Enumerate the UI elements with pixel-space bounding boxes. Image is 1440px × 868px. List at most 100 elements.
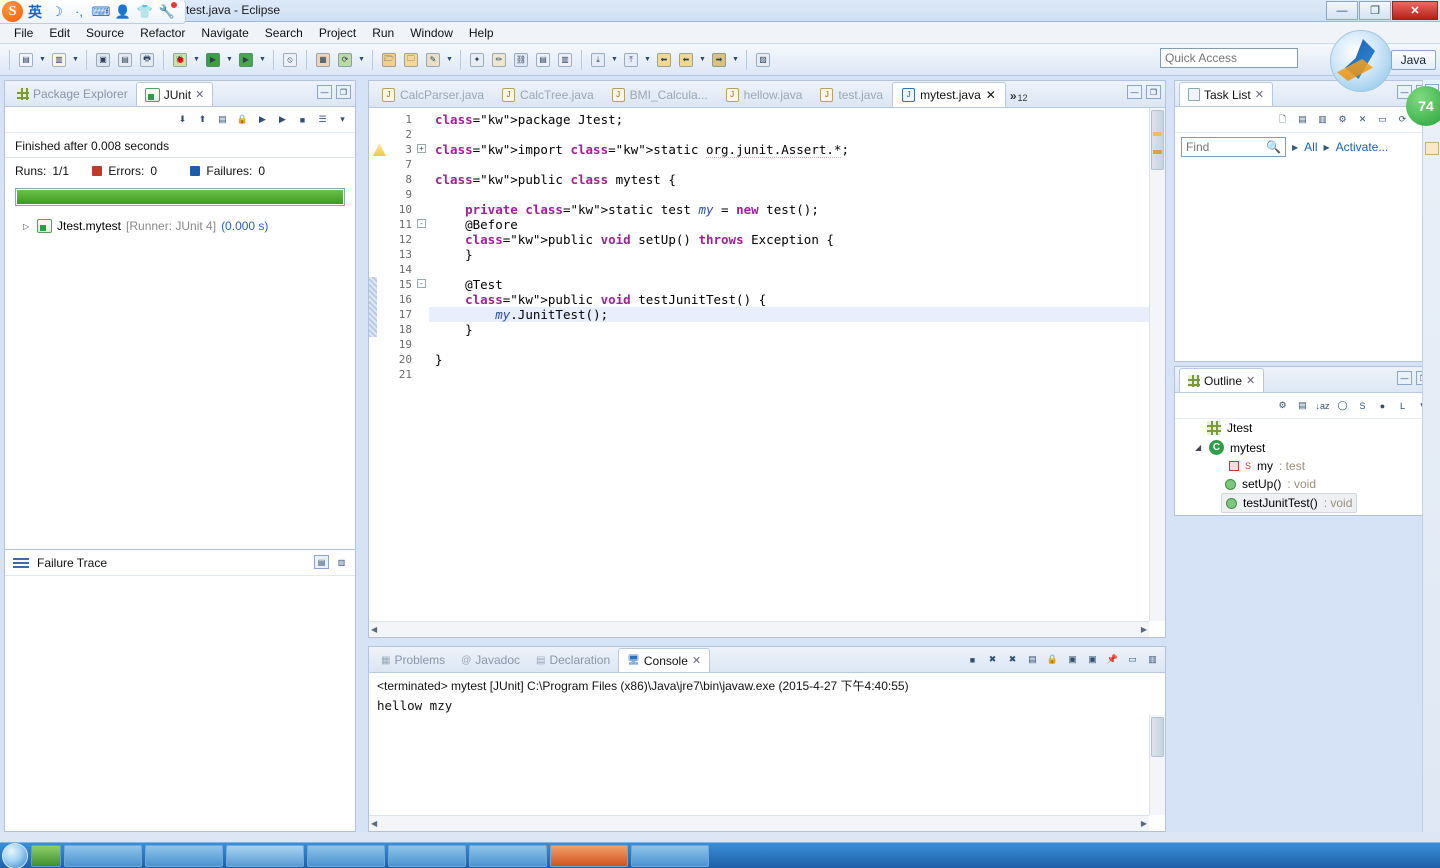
occurrence-marker[interactable] [1153,150,1162,154]
next-failure-icon[interactable]: ⬇ [174,111,191,128]
stack-trace-filter-icon[interactable]: ▥ [334,555,349,569]
view-menu-icon[interactable]: ▾ [334,111,351,128]
save-all-button[interactable]: ▤ [114,49,136,71]
code-line[interactable]: class="kw">public void testJunitTest() { [429,292,1149,307]
start-button[interactable] [2,843,28,868]
save-button[interactable]: ▣ [92,49,114,71]
code-line[interactable]: class="kw">public void setUp() throws Ex… [429,232,1149,247]
hide-non-public-icon[interactable]: ● [1374,397,1391,414]
quick-access-input[interactable] [1160,48,1298,68]
menu-navigate[interactable]: Navigate [193,24,256,42]
taskbar-task[interactable] [388,845,466,867]
tab-task-list[interactable]: Task List ✕ [1179,82,1273,106]
ime-user-icon[interactable]: 👤 [113,2,133,22]
close-icon[interactable]: ✕ [195,88,204,101]
open-console-icon[interactable]: ▥ [1144,651,1161,668]
sort-icon[interactable]: ↓az [1314,397,1331,414]
tab-calcparser[interactable]: JCalcParser.java [373,82,493,107]
fold-collapse-icon[interactable]: - [417,219,426,228]
perspective-java-button[interactable]: Java [1391,50,1436,70]
show-console-on-error-icon[interactable]: ▣ [1084,651,1101,668]
new-wizard-dropdown-arrow[interactable]: ▼ [37,49,48,71]
code-line[interactable]: class="kw">package Jtest; [429,112,1149,127]
scroll-lock-icon[interactable]: 🔒 [1044,651,1061,668]
link-button[interactable]: ⛓ [510,49,532,71]
outline-method[interactable]: setUp() : void [1221,475,1320,493]
tab-outline[interactable]: Outline ✕ [1179,368,1264,392]
menu-project[interactable]: Project [311,24,364,42]
back-button[interactable]: ⬅ [653,49,675,71]
close-icon[interactable]: ✕ [1255,88,1264,101]
menu-source[interactable]: Source [78,24,132,42]
outline-method[interactable]: testJunitTest() : void [1221,493,1357,513]
debug-dropdown-arrow[interactable]: ▼ [191,49,202,71]
skip-breakpoints-button[interactable]: ⦸ [279,49,301,71]
tab-junit[interactable]: JUnit ✕ [136,82,214,106]
close-icon[interactable]: ✕ [692,654,701,667]
new-java-file-button[interactable]: ▥ [48,49,70,71]
pencil-button[interactable]: ✏ [488,49,510,71]
annotation-gutter[interactable] [369,108,389,621]
collapse-all-icon[interactable]: ✕ [1354,111,1371,128]
all-filter-caret-icon[interactable]: ▶ [1292,143,1298,152]
tab-calctree[interactable]: JCalcTree.java [493,82,603,107]
sogou-ime-toolbar[interactable]: S 英 ☽ ·, ⌨ 👤 👕 🔧 [0,0,186,24]
activate-filter-caret-icon[interactable]: ▶ [1324,143,1330,152]
next-annotation-button[interactable]: ⤓ [587,49,609,71]
ime-punctuation-icon[interactable]: ·, [69,2,89,22]
menu-run[interactable]: Run [364,24,402,42]
code-line[interactable]: } [429,322,1149,337]
editor-horizontal-scrollbar[interactable]: ◀ ▶ [369,621,1149,637]
focus-on-active-task-icon[interactable]: ⚙ [1274,397,1291,414]
tab-console[interactable]: 🖥Console✕ [618,648,710,672]
outline-class[interactable]: ◢Cmytest [1203,438,1269,457]
code-line[interactable] [429,157,1149,172]
ime-moon-icon[interactable]: ☽ [47,2,67,22]
code-text[interactable]: class="kw">package Jtest; class="kw">imp… [429,108,1149,621]
code-line[interactable] [429,187,1149,202]
menu-window[interactable]: Window [402,24,461,42]
minimize-view-button[interactable]: — [1397,371,1412,385]
code-line[interactable] [429,262,1149,277]
menu-refactor[interactable]: Refactor [132,24,193,42]
run-dropdown-arrow[interactable]: ▼ [224,49,235,71]
sogou-logo-icon[interactable]: S [2,1,23,22]
hide-local-types-icon[interactable]: L [1394,397,1411,414]
ime-language-icon[interactable]: 英 [25,2,45,22]
refresh-button[interactable]: ⟳ [334,49,356,71]
hide-fields-icon[interactable]: ◯ [1334,397,1351,414]
console-vertical-scrollbar[interactable] [1149,715,1165,815]
show-console-on-output-icon[interactable]: ▣ [1064,651,1081,668]
forward-history-dropdown-arrow[interactable]: ▼ [697,49,708,71]
code-line[interactable]: private class="kw">static test my = new … [429,202,1149,217]
code-line[interactable] [429,337,1149,352]
preview-button[interactable]: ▤ [532,49,554,71]
open-task-button[interactable]: 🗀 [400,49,422,71]
lock-scroll-icon[interactable]: 🔒 [234,111,251,128]
tab-problems[interactable]: ▦Problems [373,648,453,672]
folding-gutter[interactable]: +-- [415,108,429,621]
minimize-editor-button[interactable]: — [1127,85,1142,99]
search-dropdown-arrow[interactable]: ▼ [444,49,455,71]
all-filter-link[interactable]: All [1304,140,1317,154]
previous-annotation-button[interactable]: ⤒ [620,49,642,71]
forward-button[interactable]: ➡ [708,49,730,71]
toggle-mark-occurrences-button[interactable]: ✦ [466,49,488,71]
run-last-dropdown-arrow[interactable]: ▼ [257,49,268,71]
outline-field[interactable]: Smy : test [1225,457,1309,475]
open-perspective-button[interactable]: ▨ [752,49,774,71]
stop-icon[interactable]: ■ [294,111,311,128]
maximize-view-button[interactable]: ❐ [336,85,351,99]
task-find-input[interactable]: Find 🔍 [1181,137,1286,157]
search-button[interactable]: ✎ [422,49,444,71]
overflow-chevron-icon[interactable]: » [1010,89,1017,103]
remove-all-terminated-icon[interactable]: ✖ [1004,651,1021,668]
forward-dropdown-arrow[interactable]: ▼ [730,49,741,71]
menu-search[interactable]: Search [257,24,311,42]
editor-vertical-scrollbar[interactable] [1149,108,1165,621]
terminate-icon[interactable]: ■ [964,651,981,668]
marker-overview-ruler[interactable] [1151,110,1164,155]
new-java-file-dropdown-arrow[interactable]: ▼ [70,49,81,71]
tab-bmi-calculator[interactable]: JBMI_Calcula... [603,82,717,107]
compare-result-icon[interactable]: ▤ [314,555,329,569]
